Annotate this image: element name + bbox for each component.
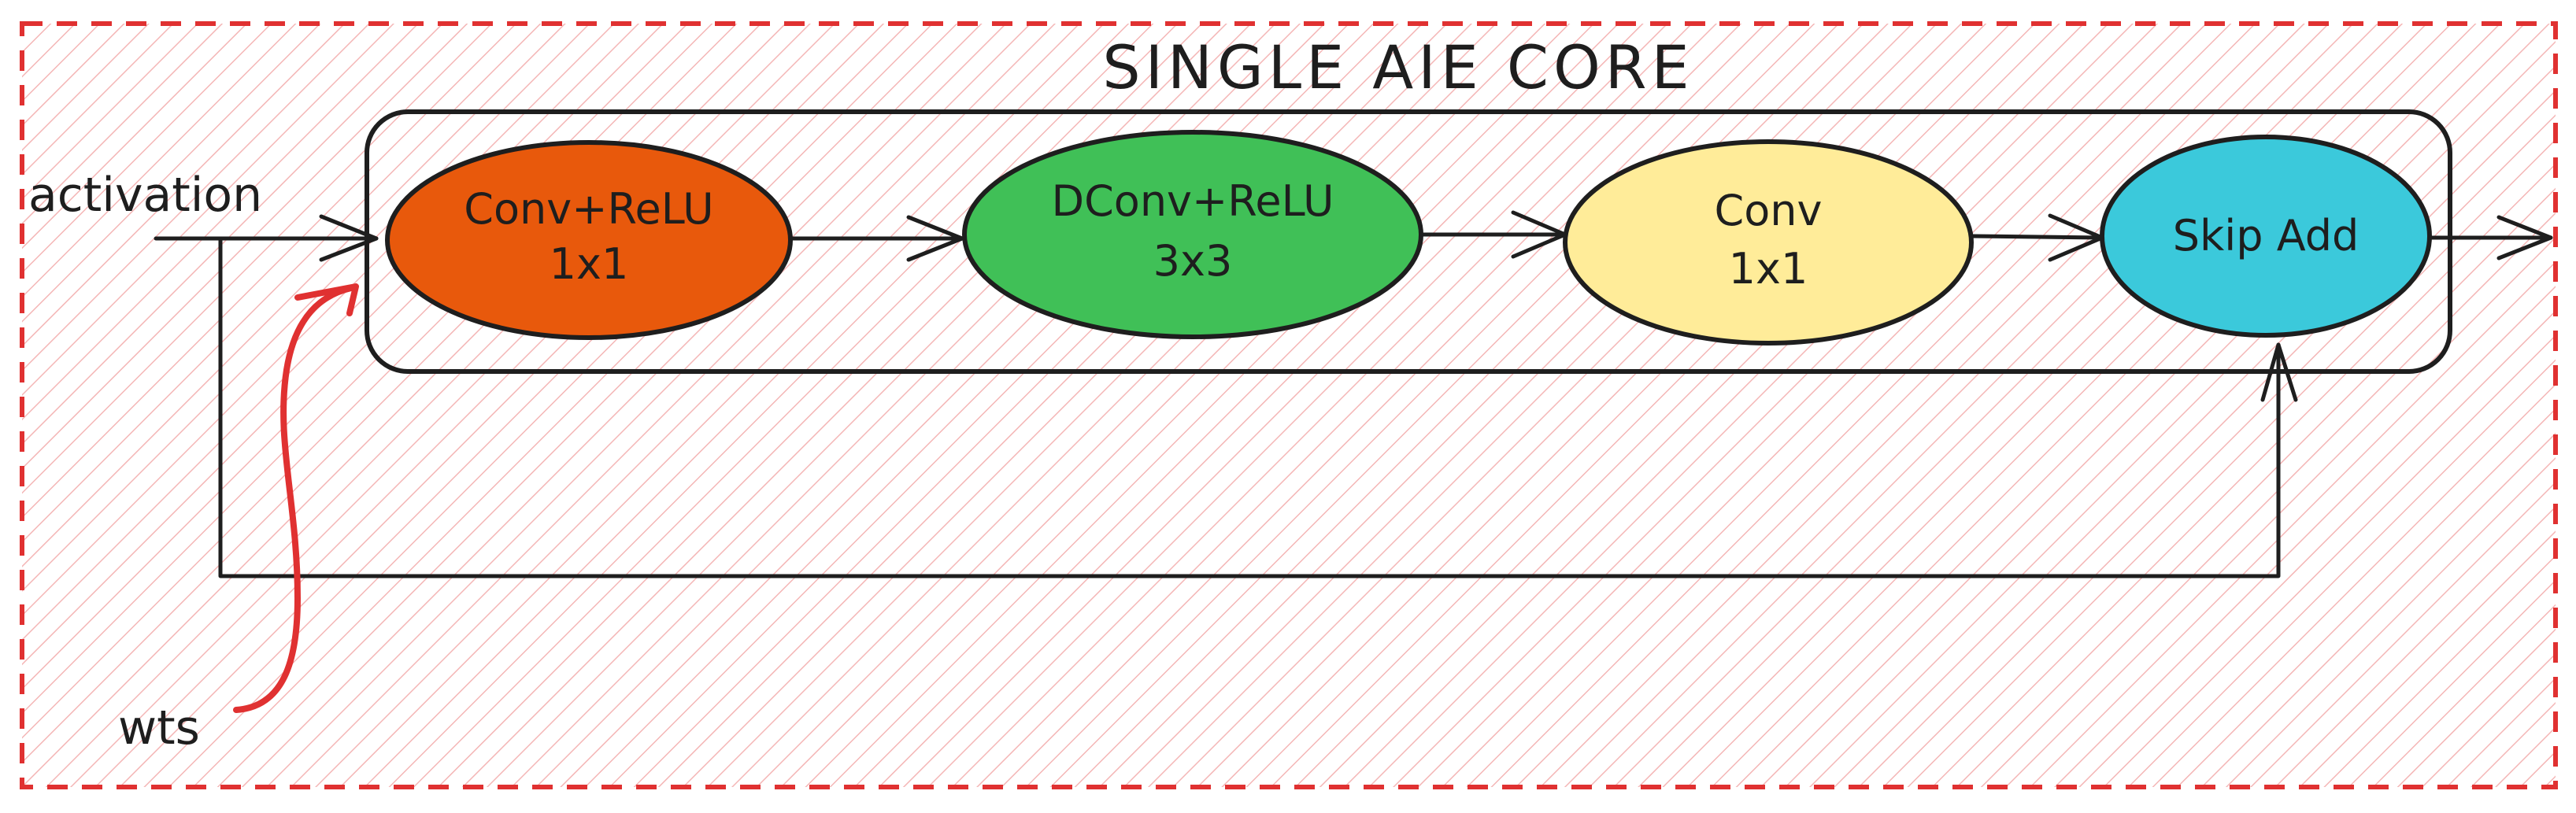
node-conv-1x1: Conv 1x1 [1563,139,1974,346]
node-skip-add-line1: Skip Add [2173,211,2359,261]
node-dconv-relu-3x3: DConv+ReLU 3x3 [962,130,1423,339]
node-conv-relu-1x1-line1: Conv+ReLU [464,184,713,234]
node-dconv-relu-3x3-shape [962,130,1423,339]
outer-boundary [20,21,2558,789]
node-dconv-relu-3x3-line1: DConv+ReLU [1052,176,1334,226]
diagram-title: SINGLE AIE CORE [1102,32,1693,102]
node-conv-1x1-line2: 1x1 [1729,244,1808,294]
node-dconv-relu-3x3-line2: 3x3 [1153,236,1233,286]
weights-label: wts [118,700,200,756]
node-conv-relu-1x1: Conv+ReLU 1x1 [385,140,793,340]
activation-label: activation [28,168,262,223]
node-conv-relu-1x1-line2: 1x1 [550,239,629,289]
node-conv-1x1-shape [1563,139,1974,346]
node-skip-add: Skip Add [2100,135,2432,338]
aie-core-diagram: SINGLE AIE CORE activation wts Conv+ReLU… [20,21,2558,789]
arrow-conv-to-skipadd [1971,234,2104,240]
node-conv-1x1-line1: Conv [1715,186,1823,235]
